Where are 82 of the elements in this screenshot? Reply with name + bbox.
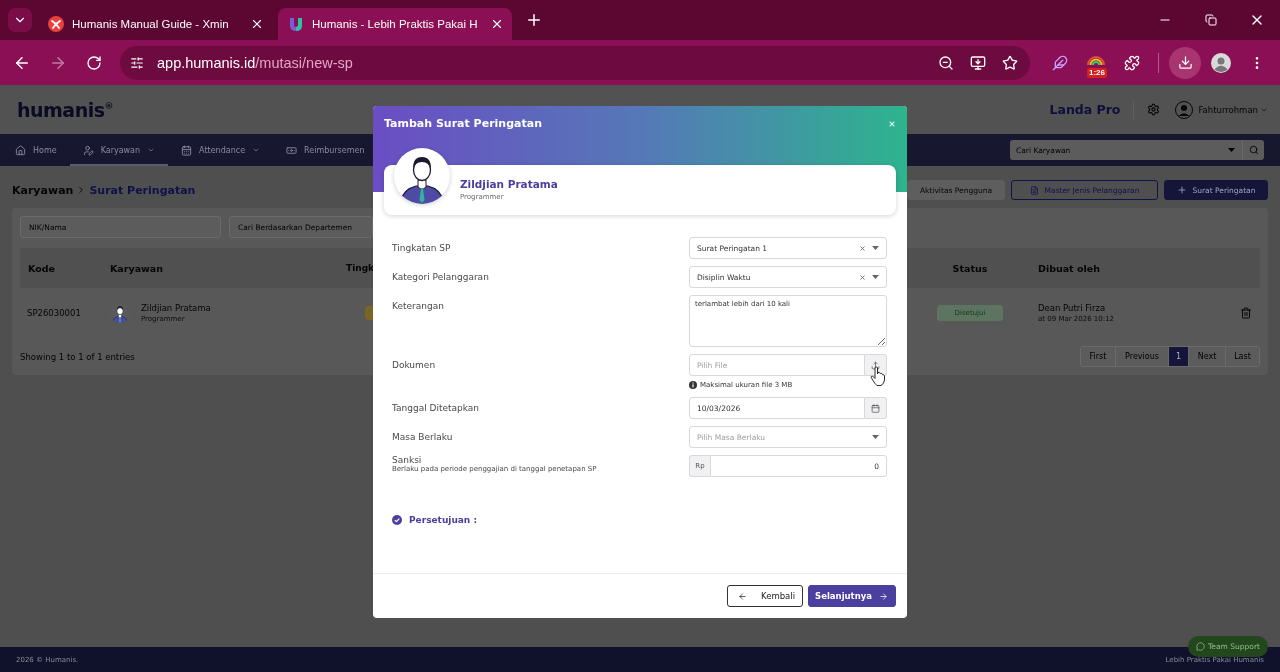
browser-tab[interactable]: Humanis Manual Guide - Xmin [38, 8, 272, 40]
company-name: Landa Pro [1049, 102, 1121, 117]
nav-item[interactable]: Home [2, 134, 70, 166]
field-label: Tanggal Ditetapkan [392, 402, 481, 415]
trash-icon[interactable] [1240, 307, 1252, 319]
plus-icon[interactable] [525, 11, 543, 29]
upload-icon[interactable] [871, 360, 880, 370]
hand-cursor-icon [870, 366, 886, 387]
page-button[interactable]: 1 [1168, 347, 1188, 366]
settings-icon[interactable] [1147, 103, 1161, 116]
column-header: Kode [27, 262, 56, 274]
chat-bubble-icon [1196, 642, 1206, 651]
page-button[interactable]: Last [1225, 347, 1259, 366]
table-cell: SP26030001 [27, 308, 81, 318]
browser-tab[interactable]: Humanis - Lebih Praktis Pakai H [278, 8, 512, 40]
nav-item[interactable]: Reimbursemen [273, 134, 378, 166]
field-label: Keterangan [392, 300, 445, 313]
puzzle-icon[interactable] [1124, 54, 1140, 71]
field-label: Masa Berlaku [392, 431, 454, 444]
column-header: Karyawan [110, 262, 164, 274]
logo: humanis$^{®}$ [17, 98, 114, 121]
level-badge [365, 306, 373, 320]
site-icon [48, 16, 64, 32]
back-button[interactable]: Kembali [727, 585, 804, 607]
column-header: Dibuat oleh [1037, 262, 1101, 274]
monitor-download-icon[interactable] [970, 54, 986, 71]
star-icon[interactable] [1002, 54, 1018, 71]
profile-avatar-icon[interactable] [1211, 52, 1231, 73]
feather-icon[interactable] [1052, 54, 1068, 71]
page-button[interactable]: Next [1188, 347, 1225, 366]
field-label: Kategori Pelanggaran [392, 271, 490, 284]
entries-summary: Showing 1 to 1 of 1 entries [20, 351, 135, 362]
close-icon[interactable] [250, 17, 264, 31]
arrow-left-icon [738, 591, 748, 601]
field-label: Dokumen [392, 359, 437, 372]
nav-icon [181, 144, 193, 156]
close-icon[interactable] [490, 17, 504, 31]
nav-item[interactable]: Attendance [168, 134, 274, 166]
page-button[interactable]: Previous [1115, 347, 1168, 366]
employee-name: Zildjian Pratama [460, 178, 559, 191]
clear-icon[interactable] [859, 244, 866, 252]
search-button[interactable] [1242, 140, 1264, 160]
download-button[interactable] [1169, 46, 1201, 79]
nav-icon [286, 144, 298, 156]
caret-icon [872, 435, 879, 439]
section-title: Persetujuan : [409, 515, 477, 525]
plus-icon [1176, 185, 1187, 195]
caret-icon [872, 275, 879, 279]
clear-icon[interactable] [859, 273, 866, 281]
breadcrumb-item: Surat Peringatan [89, 183, 196, 197]
dialog-title: Tambah Surat Peringatan [384, 117, 542, 131]
nav-icon [15, 144, 26, 156]
arrow-right-icon [879, 591, 888, 601]
caret-icon [252, 146, 261, 154]
tab-list-button[interactable] [8, 8, 32, 32]
column-header: Tingk [346, 263, 376, 273]
download-icon[interactable] [1177, 55, 1193, 70]
caret-icon [1228, 148, 1235, 152]
creator-name: Dean Putri Firza [1038, 303, 1107, 313]
continue-button[interactable]: Selanjutnya [808, 585, 896, 607]
caret-icon [872, 246, 879, 250]
column-header: Status [951, 262, 989, 274]
document-icon [1029, 185, 1039, 195]
calendar-icon[interactable] [871, 403, 880, 413]
extension-badge: 1:26 [1087, 67, 1107, 78]
upload-button[interactable] [865, 354, 887, 376]
zoom-out-icon[interactable] [938, 54, 954, 71]
reload-icon[interactable] [86, 54, 102, 71]
employee-name: Zildjian Pratama [141, 303, 211, 313]
caret-icon [147, 146, 156, 154]
user-avatar-icon[interactable] [1175, 100, 1194, 119]
info-icon [689, 381, 697, 389]
search-icon[interactable] [1248, 145, 1259, 155]
field-label: Sanksi [392, 455, 423, 465]
restore-icon[interactable] [1205, 14, 1217, 26]
page-button[interactable]: First [1081, 347, 1115, 366]
nav-icon [82, 144, 94, 156]
field-label: Tingkatan SP [392, 242, 452, 255]
site-icon [288, 16, 304, 32]
sliders-icon[interactable] [130, 55, 144, 70]
check-circle-icon [392, 515, 402, 525]
address-bar[interactable]: app.humanis.id/mutasi/new-sp [120, 45, 1030, 80]
